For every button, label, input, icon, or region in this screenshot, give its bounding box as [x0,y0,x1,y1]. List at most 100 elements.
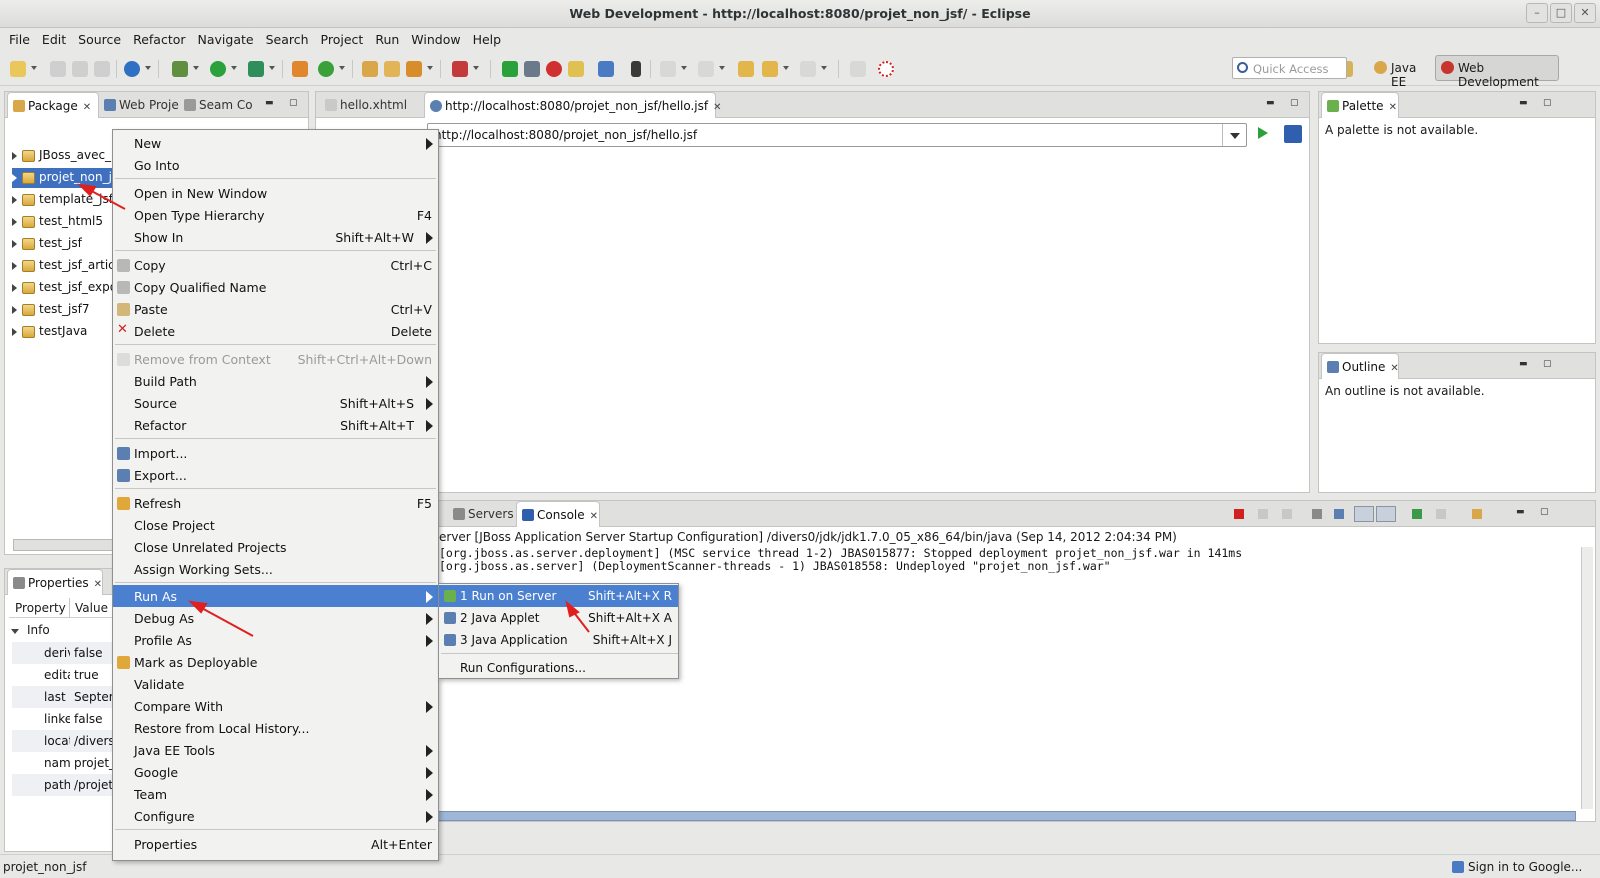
menu-item-copy[interactable]: Copy Ctrl+C [113,254,438,276]
menu-item-compare-with[interactable]: Compare With [113,695,438,717]
show-stdout-icon[interactable] [1354,506,1374,522]
tab-outline[interactable]: Outline ✕ [1321,353,1399,379]
menu-item-close-project[interactable]: Close Project [113,514,438,536]
go-icon[interactable] [1258,127,1268,139]
tab-console[interactable]: Console ✕ [516,501,600,527]
profile-server-icon[interactable] [568,61,584,77]
tree-item[interactable]: test_jsf_article [12,258,126,272]
maximize-view-button[interactable]: ▢ [1543,359,1552,369]
show-stderr-icon[interactable] [1376,506,1396,522]
menu-item-source[interactable]: Source Shift+Alt+S [113,392,438,414]
maximize-view-button[interactable]: ▢ [1290,98,1299,108]
property-row[interactable]: nameprojet_non_jsf [12,752,119,774]
new-server-icon[interactable] [292,61,308,77]
menu-item-restore-local-history[interactable]: Restore from Local History... [113,717,438,739]
menu-run[interactable]: Run [369,32,405,47]
close-icon[interactable]: ✕ [1389,102,1397,113]
last-edit-icon[interactable] [738,61,754,77]
menu-window[interactable]: Window [405,32,466,47]
tree-item[interactable]: test_html5 [12,214,103,228]
menu-item-google[interactable]: Google [113,761,438,783]
menu-item-open-type-hierarchy[interactable]: Open Type Hierarchy F4 [113,204,438,226]
property-row[interactable]: last modifiedSeptember 14, 2012 [12,686,119,708]
menu-item-java-applet[interactable]: 2 Java Applet Shift+Alt+X A [439,607,678,629]
menu-item-java-application[interactable]: 3 Java Application Shift+Alt+X J [439,629,678,651]
terminate-icon[interactable] [1234,509,1244,519]
clear-console-icon[interactable] [1312,509,1322,519]
tab-seam-components[interactable]: Seam Co [179,92,257,118]
tree-item-selected[interactable]: projet_non_jsf [12,170,122,184]
properties-group[interactable]: Info [11,623,50,637]
menu-item-import[interactable]: Import... [113,442,438,464]
run-icon[interactable] [210,61,226,77]
menu-item-refresh[interactable]: Refresh F5 [113,492,438,514]
property-row[interactable]: location/divers0/workspace/projet_non_js… [12,730,119,752]
tab-web-projects[interactable]: Web Proje [99,92,183,118]
remove-launch-icon[interactable] [1258,509,1268,519]
close-icon[interactable]: ✕ [83,102,91,113]
sign-in-google-link[interactable]: Sign in to Google... [1468,860,1582,874]
chevron-down-icon[interactable] [1222,124,1246,146]
horizontal-scrollbar[interactable] [13,539,117,551]
forward-icon[interactable] [800,61,816,77]
column-value[interactable]: Value [75,601,108,615]
device-icon[interactable] [631,61,641,77]
pin-console-icon[interactable] [1412,509,1422,519]
vertical-scrollbar[interactable] [1581,547,1593,809]
close-icon[interactable]: ✕ [94,579,102,590]
menu-item-debug-as[interactable]: Debug As [113,607,438,629]
menu-help[interactable]: Help [467,32,508,47]
tab-package-explorer[interactable]: Package ✕ [7,92,99,118]
minimize-view-button[interactable]: ▬ [1266,98,1275,108]
debug-icon[interactable] [172,61,188,77]
close-icon[interactable]: ✕ [590,511,598,522]
column-property[interactable]: Property [15,601,66,615]
web-browser-icon[interactable] [124,61,140,77]
remove-all-icon[interactable] [1282,509,1292,519]
save-icon[interactable] [50,61,66,77]
perspective-java-ee[interactable]: Java EE [1368,55,1430,89]
next-annotation-icon[interactable] [660,61,676,77]
jboss-tool-icon[interactable] [452,61,468,77]
menu-search[interactable]: Search [260,32,315,47]
tab-servers[interactable]: Servers [448,501,516,527]
property-row[interactable]: linkedfalse [12,708,115,730]
menu-item-team[interactable]: Team [113,783,438,805]
save-all-icon[interactable] [72,61,88,77]
maximize-button[interactable]: □ [1550,3,1572,23]
horizontal-scrollbar[interactable] [436,811,1576,821]
menu-project[interactable]: Project [315,32,370,47]
print-icon[interactable] [94,61,110,77]
menu-item-refactor[interactable]: Refactor Shift+Alt+T [113,414,438,436]
tab-hello-xhtml[interactable]: hello.xhtml [320,92,420,118]
open-external-browser-icon[interactable] [1284,125,1302,143]
menu-item-build-path[interactable]: Build Path [113,370,438,392]
close-icon[interactable]: ✕ [713,102,721,113]
maximize-view-button[interactable]: ▢ [1540,507,1549,517]
browser-url-input[interactable]: http://localhost:8080/projet_non_jsf/hel… [427,123,1247,147]
menu-source[interactable]: Source [72,32,127,47]
menu-item-mark-as-deployable[interactable]: Mark as Deployable [113,651,438,673]
back-icon[interactable] [762,61,778,77]
previous-annotation-icon[interactable] [698,61,714,77]
display-selected-console-icon[interactable] [1436,509,1446,519]
property-row[interactable]: derivedfalse [12,642,115,664]
menu-item-export[interactable]: Export... [113,464,438,486]
pin-editor-icon[interactable] [850,61,866,77]
tree-item[interactable]: test_jsf [12,236,82,250]
perspective-web-development[interactable]: Web Development [1435,55,1559,89]
close-button[interactable]: ✕ [1574,3,1596,23]
menu-item-new[interactable]: New [113,132,438,154]
menu-item-run-on-server[interactable]: 1 Run on Server Shift+Alt+X R [439,585,678,607]
quick-access-input[interactable]: Quick Access [1232,57,1347,79]
menu-refactor[interactable]: Refactor [127,32,191,47]
publish-icon[interactable] [598,61,614,77]
tab-browser-url[interactable]: http://localhost:8080/projet_non_jsf/hel… [424,92,722,118]
menu-item-properties[interactable]: Properties Alt+Enter [113,833,438,855]
minimize-view-button[interactable]: ▬ [1519,98,1528,108]
maximize-view-button[interactable]: ▢ [1543,98,1552,108]
menu-item-profile-as[interactable]: Profile As [113,629,438,651]
minimize-view-button[interactable]: ▬ [265,98,274,108]
debug-server-icon[interactable] [524,61,540,77]
tab-palette[interactable]: Palette ✕ [1321,92,1399,118]
